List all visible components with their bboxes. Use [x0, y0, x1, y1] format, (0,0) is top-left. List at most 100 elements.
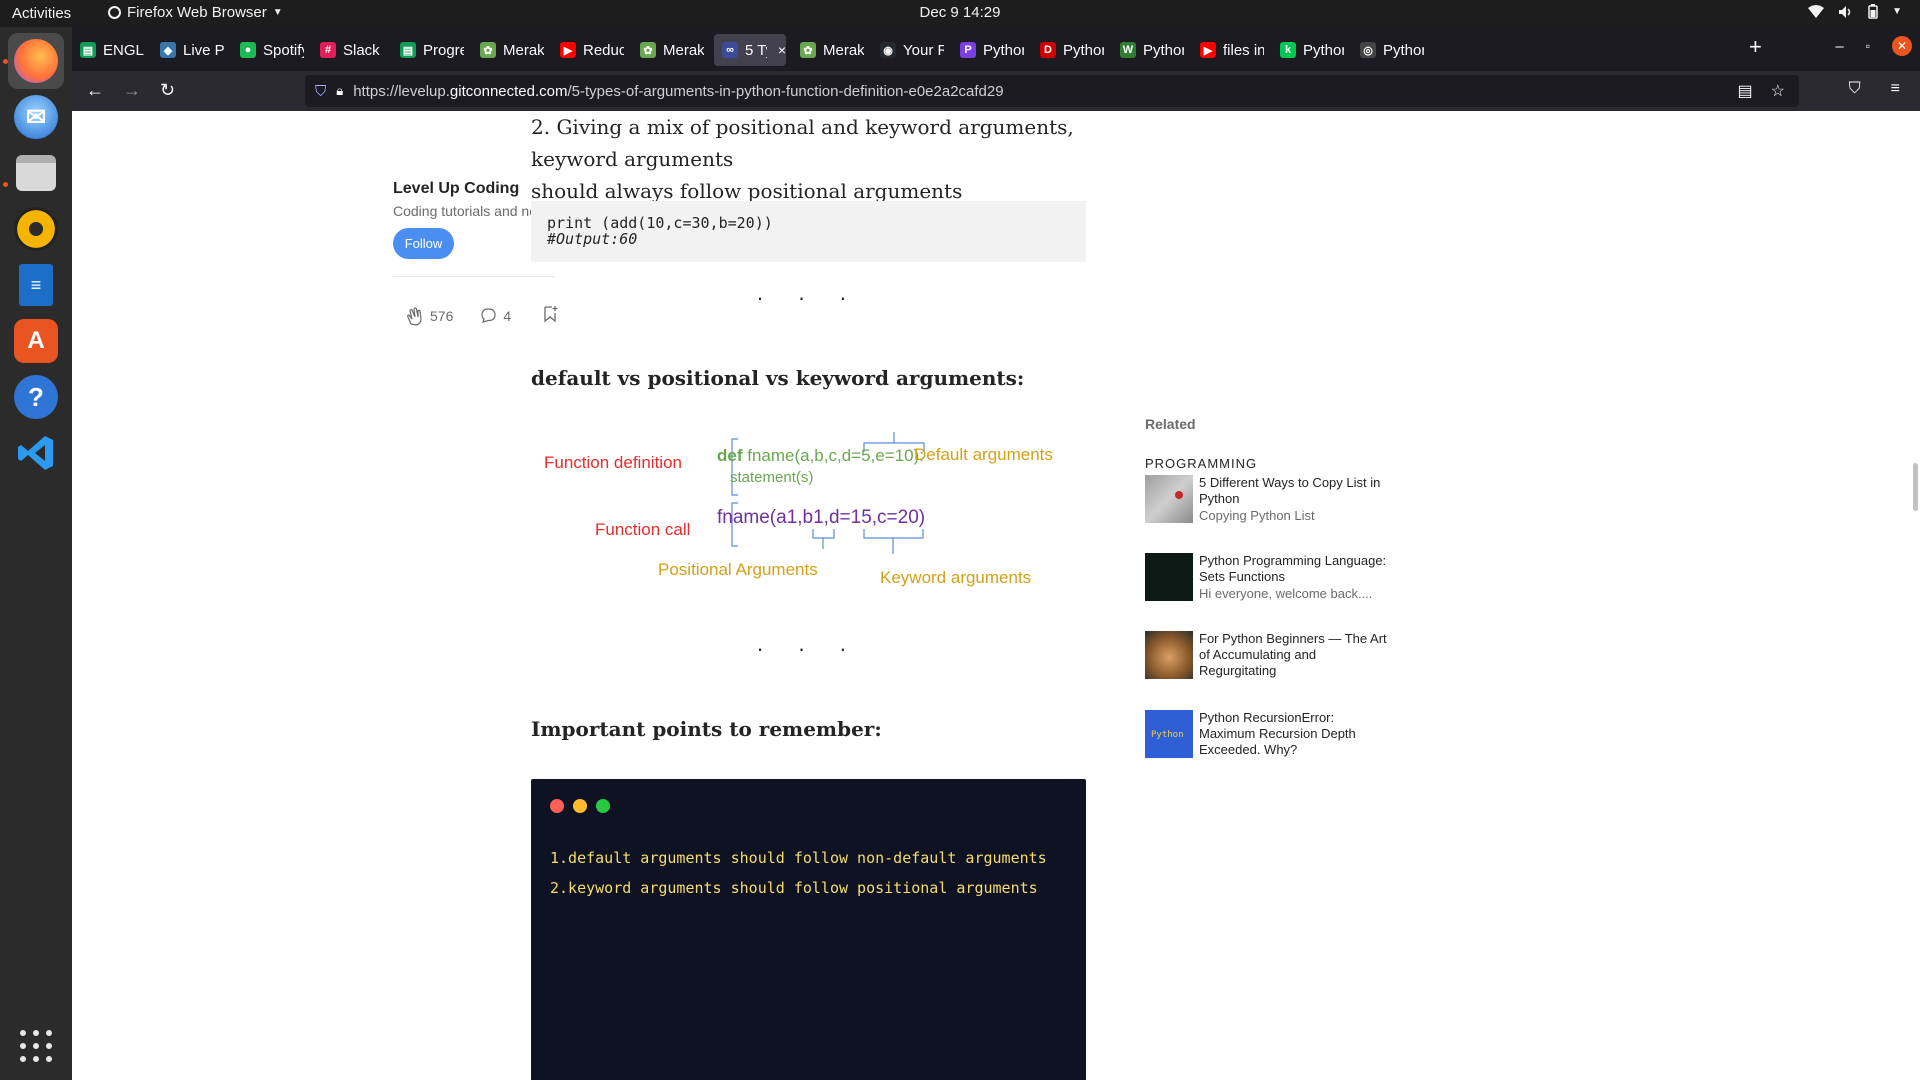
- minimize-button[interactable]: –: [1835, 38, 1843, 55]
- tab-favicon-icon: k: [1280, 42, 1296, 58]
- clap-button[interactable]: 576: [405, 306, 453, 326]
- dock-files[interactable]: [8, 145, 64, 201]
- tab[interactable]: ▶ files in p: [1192, 34, 1264, 66]
- chevron-down-icon: ▼: [1892, 6, 1902, 17]
- code-line: print (add(10,c=30,b=20)): [547, 214, 773, 232]
- tab[interactable]: W Python: [1112, 34, 1184, 66]
- def-params: fname(a,b,c,d=5,e=10):: [742, 446, 924, 465]
- tab-favicon-icon: ✿: [800, 42, 816, 58]
- wifi-icon: [1808, 4, 1825, 18]
- tab[interactable]: ▤ ENGLISH: [72, 34, 144, 66]
- tab[interactable]: D Python: [1032, 34, 1104, 66]
- tab-label: Slack | I: [343, 41, 384, 59]
- new-tab-button[interactable]: +: [1749, 34, 1762, 60]
- tab-label: Python: [983, 41, 1024, 59]
- tab[interactable]: P Python: [952, 34, 1024, 66]
- back-button[interactable]: ←: [86, 80, 104, 101]
- tab-label: ENGLISH: [103, 41, 144, 59]
- close-tab-icon[interactable]: ×: [778, 42, 786, 58]
- code-line: 2.keyword arguments should follow positi…: [550, 879, 1038, 897]
- yellow-dot-icon: [573, 799, 587, 813]
- related-title: For Python Beginners — The Art of Accumu…: [1199, 631, 1387, 678]
- tab[interactable]: ◉ Your Re: [872, 34, 944, 66]
- tab[interactable]: ✿ Meraki: [792, 34, 864, 66]
- tab[interactable]: ◆ Live Pro: [152, 34, 224, 66]
- def-keyword: def: [717, 446, 743, 465]
- tab-favicon-icon: ✿: [480, 42, 496, 58]
- section-separator: · · ·: [756, 285, 861, 310]
- paragraph-line-1: 2. Giving a mix of positional and keywor…: [531, 115, 1074, 171]
- hamburger-menu-icon[interactable]: ≡: [1891, 80, 1900, 98]
- code-block: print (add(10,c=30,b=20)) #Output:60: [531, 201, 1086, 262]
- comment-icon: [481, 308, 496, 323]
- tab[interactable]: ▤ Progress: [392, 34, 464, 66]
- related-thumbnail: [1145, 553, 1193, 601]
- tab-favicon-icon: ◆: [160, 42, 176, 58]
- publication-name[interactable]: Level Up Coding: [393, 180, 519, 198]
- tab[interactable]: ▶ Reduce: [552, 34, 624, 66]
- tab[interactable]: ∞ 5 Type ×: [714, 34, 786, 66]
- section-heading: default vs positional vs keyword argumen…: [531, 366, 1025, 390]
- sidebar-divider: [393, 276, 555, 277]
- system-top-bar: Activities Firefox Web Browser ▼ Dec 9 1…: [0, 0, 1920, 27]
- dock-thunderbird[interactable]: ✉: [8, 89, 64, 145]
- dock-help[interactable]: ?: [8, 369, 64, 425]
- close-window-button[interactable]: ✕: [1892, 36, 1912, 56]
- dock-firefox[interactable]: [8, 33, 64, 89]
- tab-favicon-icon: ∞: [722, 42, 738, 58]
- dock-software[interactable]: A: [8, 313, 64, 369]
- related-tag[interactable]: PROGRAMMING: [1145, 456, 1257, 471]
- reader-view-icon[interactable]: ▤: [1738, 81, 1753, 101]
- tab-label: files in p: [1223, 41, 1264, 59]
- window-dots: [550, 799, 610, 813]
- code-comment: #Output:60: [547, 230, 638, 248]
- dock-rhythmbox[interactable]: [8, 201, 64, 257]
- tab[interactable]: ◎ Python: [1352, 34, 1424, 66]
- tab[interactable]: k Python: [1272, 34, 1344, 66]
- dock-writer[interactable]: ≡: [8, 257, 64, 313]
- pocket-icon[interactable]: ⛉: [1849, 80, 1861, 98]
- lock-icon[interactable]: 🔒︎: [336, 83, 343, 99]
- tab-favicon-icon: P: [960, 42, 976, 58]
- forward-button[interactable]: →: [123, 80, 141, 101]
- terminal-code-block: 1.default arguments should follow non-de…: [531, 779, 1086, 1080]
- system-tray[interactable]: ▼: [1808, 4, 1902, 19]
- tracking-shield-icon[interactable]: ⛉: [315, 83, 326, 100]
- dock-vscode[interactable]: [8, 425, 64, 481]
- web-page: Level Up Coding Coding tutorials and new…: [72, 111, 1920, 1080]
- follow-button[interactable]: Follow: [393, 228, 454, 259]
- tab-favicon-icon: W: [1120, 42, 1136, 58]
- tab-strip: ▤ ENGLISH ◆ Live Pro ● Spotify # Slack | I ▤ Prog…: [72, 27, 1920, 71]
- comments-button[interactable]: 4: [480, 307, 511, 324]
- tab[interactable]: ✿ Meraki: [472, 34, 544, 66]
- bookmark-star-icon[interactable]: ☆: [1771, 81, 1785, 101]
- tab[interactable]: # Slack | I: [312, 34, 384, 66]
- show-applications-button[interactable]: [20, 1030, 52, 1062]
- tab-favicon-icon: #: [320, 42, 336, 58]
- reload-button[interactable]: ↻: [160, 80, 175, 101]
- firefox-icon: [14, 39, 58, 83]
- scrollbar-thumb[interactable]: [1913, 463, 1918, 511]
- maximize-button[interactable]: ▫: [1866, 39, 1870, 53]
- clock[interactable]: Dec 9 14:29: [0, 4, 1920, 21]
- related-title: Python RecursionError: Maximum Recursion…: [1199, 710, 1356, 757]
- keyword-arguments-label: Keyword arguments: [880, 568, 1032, 587]
- tab-favicon-icon: ✿: [640, 42, 656, 58]
- files-icon: [16, 155, 56, 191]
- running-indicator: [3, 182, 8, 187]
- related-thumbnail: [1145, 631, 1193, 679]
- running-indicator: [3, 59, 8, 64]
- tab-favicon-icon: ◉: [880, 42, 896, 58]
- tab[interactable]: ● Spotify: [232, 34, 304, 66]
- tab-label: Meraki: [823, 41, 864, 59]
- tab-favicon-icon: ◎: [1360, 42, 1376, 58]
- tab-label: 5 Type: [745, 41, 767, 59]
- url-text[interactable]: https://levelup.gitconnected.com/5-types…: [353, 83, 1003, 100]
- related-subtitle: Copying Python List: [1199, 508, 1315, 523]
- url-bar[interactable]: ⛉ 🔒︎ https://levelup.gitconnected.com/5-…: [305, 75, 1799, 107]
- thunderbird-icon: ✉: [14, 95, 58, 139]
- tab-favicon-icon: ▶: [1200, 42, 1216, 58]
- battery-icon: [1868, 4, 1878, 19]
- section-separator: · · ·: [756, 636, 861, 661]
- tab[interactable]: ✿ Meraki: [632, 34, 704, 66]
